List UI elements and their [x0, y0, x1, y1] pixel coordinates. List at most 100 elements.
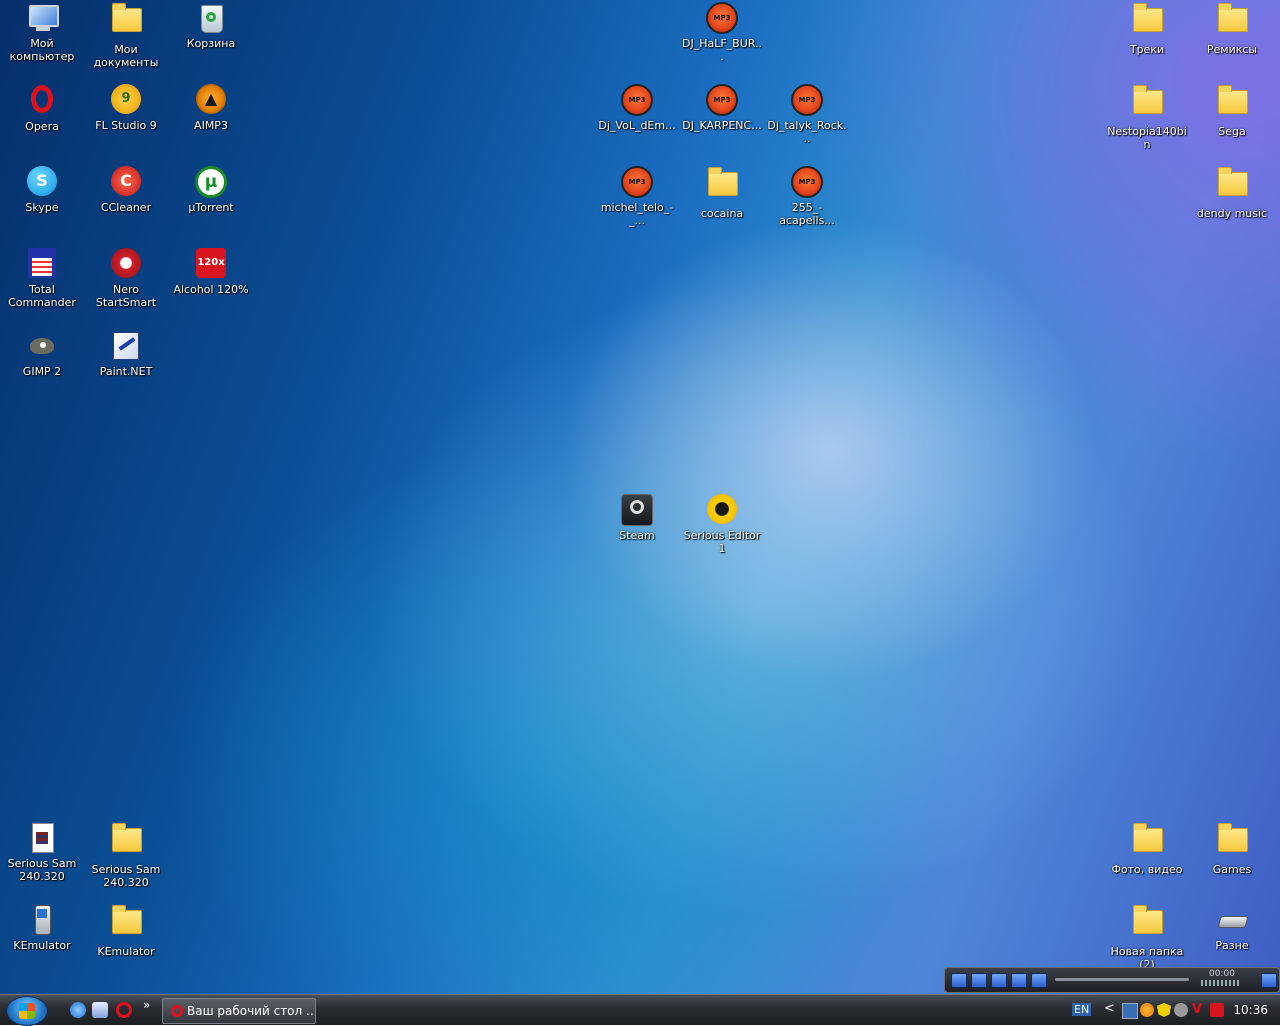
tray-expand-icon[interactable]: < — [1104, 1001, 1115, 1016]
desktop-icon-gimp[interactable]: GIMP 2 — [0, 330, 84, 378]
desktop-icon-razne[interactable]: Разне — [1190, 904, 1274, 952]
desktop-icon-new-folder[interactable]: Новая папка (2) — [1105, 904, 1189, 971]
media-player-toolbar[interactable]: 00:00 — [944, 967, 1280, 993]
desktop-icon-dj-half[interactable]: MP3 DJ_HaLF_BUR... — [680, 2, 764, 63]
desktop-icon-games[interactable]: Games — [1190, 822, 1274, 876]
desktop-icon-serious-sam-folder[interactable]: Serious Sam 240.320 — [84, 822, 168, 889]
icon-label: Games — [1212, 863, 1252, 876]
icon-label: KEmulator — [97, 945, 155, 958]
desktop-icon-sega[interactable]: Sega — [1190, 84, 1274, 138]
desktop-icon-aimp3[interactable]: ▲ AIMP3 — [169, 84, 253, 132]
desktop-icon-cocaina[interactable]: cocaina — [680, 166, 764, 220]
icon-label: Alcohol 120% — [173, 283, 249, 296]
desktop-icon-kemulator-app[interactable]: KEmulator — [0, 904, 84, 952]
icon-label: Opera — [25, 120, 59, 133]
icon-label: Serious Sam 240.320 — [91, 863, 161, 889]
desktop[interactable]: Мой компьютер Opera S Skype Total Comman… — [0, 0, 1280, 994]
desktop-icon-my-computer[interactable]: Мой компьютер — [0, 2, 84, 63]
desktop-icon-photo-video[interactable]: Фото, видео — [1105, 822, 1189, 876]
desktop-icon-opera[interactable]: Opera — [0, 84, 84, 133]
steam-icon — [621, 494, 653, 526]
archive-file-icon — [26, 822, 58, 854]
tray-app-icon[interactable] — [1122, 1003, 1138, 1019]
desktop-icon-ccleaner[interactable]: C CCleaner — [84, 166, 168, 214]
network-icon[interactable] — [1174, 1003, 1188, 1017]
folder-icon — [1131, 85, 1163, 122]
alcohol-tray-icon[interactable] — [1210, 1003, 1224, 1017]
desktop-icon-treki[interactable]: Треки — [1105, 2, 1189, 56]
desktop-icon-paintnet[interactable]: Paint.NET — [84, 330, 168, 378]
folder-icon — [1216, 167, 1248, 204]
previous-icon[interactable] — [991, 973, 1007, 988]
documents-folder-icon — [110, 3, 142, 40]
icon-label: Skype — [25, 201, 59, 214]
opera-icon — [26, 85, 58, 117]
next-icon[interactable] — [1011, 973, 1027, 988]
icon-label: cocaina — [700, 207, 744, 220]
desktop-icon-total-commander[interactable]: Total Commander — [0, 248, 84, 309]
mp3-icon: MP3 — [706, 84, 738, 116]
desktop-icon-dendy-music[interactable]: dendy music — [1190, 166, 1274, 220]
gimp-icon — [26, 330, 58, 362]
desktop-icon-steam[interactable]: Steam — [595, 494, 679, 542]
icon-label: GIMP 2 — [22, 365, 62, 378]
mp3-icon: MP3 — [791, 84, 823, 116]
desktop-icon-recycle-bin[interactable]: Корзина — [169, 2, 253, 50]
desktop-icon-utorrent[interactable]: µ µTorrent — [169, 166, 253, 214]
icon-label: michel_telo_-_... — [600, 201, 674, 227]
stop-icon[interactable] — [1031, 973, 1047, 988]
icon-label: Ремиксы — [1206, 43, 1258, 56]
folder-icon — [110, 823, 142, 860]
clock[interactable]: 10:36 — [1233, 1003, 1268, 1017]
desktop-icon-my-documents[interactable]: Мои документы — [84, 2, 168, 69]
taskbar-window-title: Ваш рабочий стол ... — [187, 1004, 316, 1018]
desktop-icon-nero[interactable]: Nero StartSmart — [84, 248, 168, 309]
icon-label: Разне — [1215, 939, 1249, 952]
taskbar-window-button[interactable]: Ваш рабочий стол ... — [162, 998, 316, 1024]
icon-label: 255_-acapells... — [779, 201, 835, 227]
show-desktop-icon[interactable] — [92, 1002, 108, 1018]
icon-label: FL Studio 9 — [95, 119, 157, 132]
desktop-icon-dj-vol[interactable]: MP3 Dj_VoL_dEm... — [595, 84, 679, 132]
icon-label: AIMP3 — [194, 119, 228, 132]
volume-slider[interactable] — [1201, 980, 1239, 986]
folder-icon — [110, 905, 142, 942]
opera-icon[interactable] — [116, 1002, 132, 1018]
desktop-icon-dj-karpenc[interactable]: MP3 DJ_KARPENC... — [680, 84, 764, 132]
icon-label: Steam — [619, 529, 655, 542]
desktop-icon-dj-talyk[interactable]: MP3 Dj_talyk_Rock... — [765, 84, 849, 145]
play-icon[interactable] — [951, 973, 967, 988]
drive-icon — [1216, 904, 1249, 936]
desktop-icon-fl-studio[interactable]: 9 FL Studio 9 — [84, 84, 168, 132]
desktop-icon-nestopia[interactable]: Nestopia140bin — [1105, 84, 1189, 151]
desktop-icon-alcohol[interactable]: 120x Alcohol 120% — [169, 248, 253, 296]
desktop-icon-acapells[interactable]: MP3 255_-acapells... — [765, 166, 849, 227]
folder-icon — [706, 167, 738, 204]
computer-icon — [26, 2, 59, 34]
aimp-tray-icon[interactable] — [1140, 1003, 1154, 1017]
icon-label: Nero StartSmart — [95, 283, 157, 309]
taskbar: » Ваш рабочий стол ... EN < V 10:36 — [0, 994, 1280, 1026]
folder-icon — [1216, 3, 1248, 40]
shield-icon[interactable] — [1157, 1003, 1171, 1017]
desktop-icon-skype[interactable]: S Skype — [0, 166, 84, 214]
internet-explorer-icon[interactable] — [70, 1002, 86, 1018]
mp3-icon: MP3 — [621, 84, 653, 116]
desktop-icon-michel[interactable]: MP3 michel_telo_-_... — [595, 166, 679, 227]
desktop-icon-serious-editor[interactable]: Serious Editor 1 — [680, 494, 764, 555]
icon-label: Dj_VoL_dEm... — [598, 119, 676, 132]
desktop-icon-serious-sam-file[interactable]: Serious Sam 240.320 — [0, 822, 84, 883]
language-indicator[interactable]: EN — [1072, 1003, 1092, 1016]
seek-bar[interactable] — [1055, 978, 1189, 981]
restore-player-icon[interactable] — [1261, 973, 1277, 988]
recycle-bin-icon — [195, 2, 227, 34]
desktop-icon-remixes[interactable]: Ремиксы — [1190, 2, 1274, 56]
antivirus-tray-icon[interactable]: V — [1192, 1003, 1206, 1017]
folder-icon — [1131, 3, 1163, 40]
quicklaunch-more[interactable]: » — [143, 998, 150, 1012]
pause-icon[interactable] — [971, 973, 987, 988]
fl-studio-icon: 9 — [110, 84, 142, 116]
icon-label: CCleaner — [100, 201, 152, 214]
start-button[interactable] — [6, 996, 48, 1026]
desktop-icon-kemulator-folder[interactable]: KEmulator — [84, 904, 168, 958]
